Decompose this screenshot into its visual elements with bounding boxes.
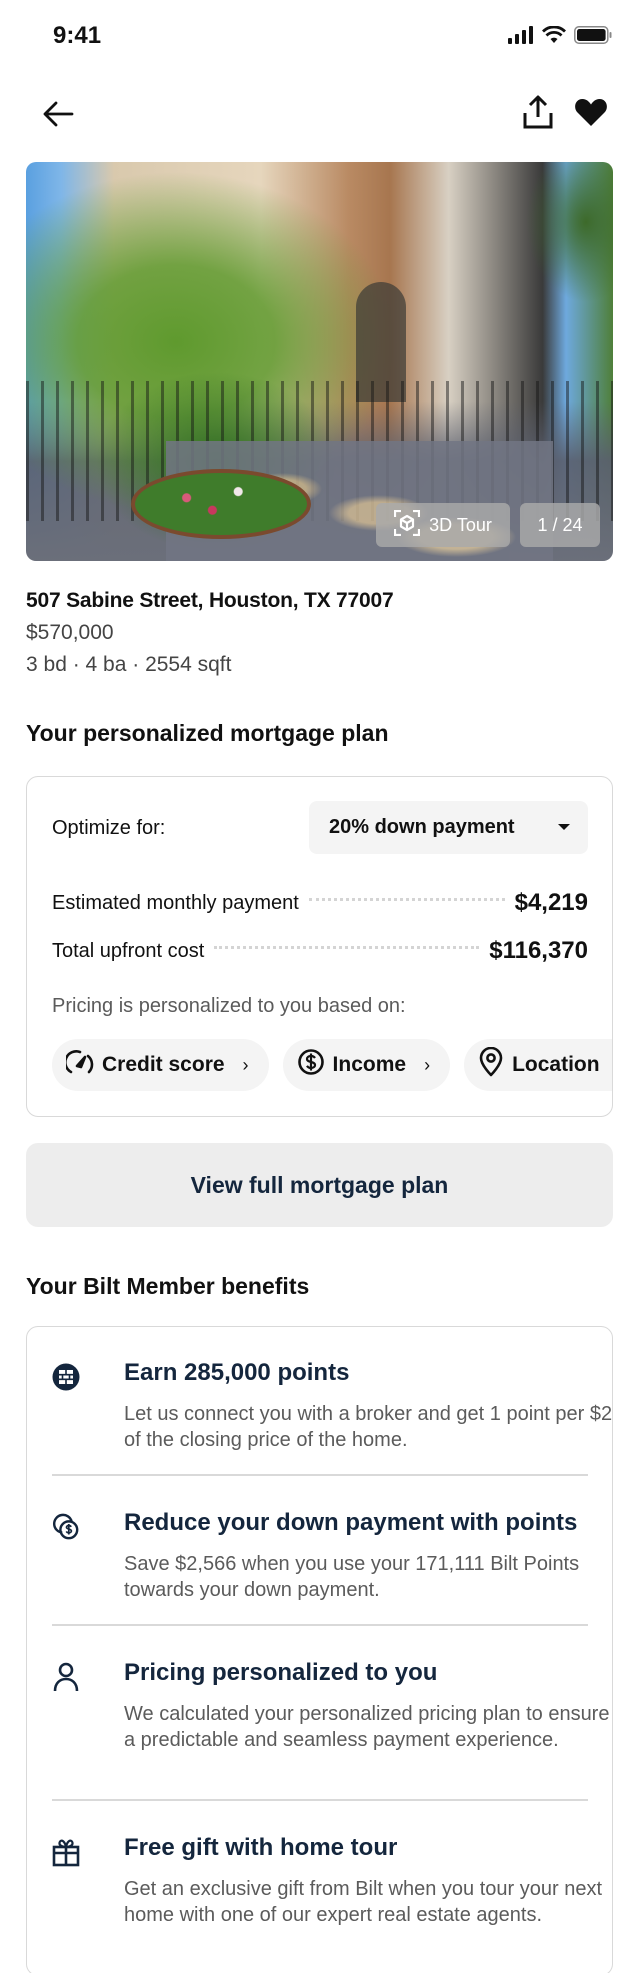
3d-cube-scan-icon [394, 509, 421, 541]
optimize-selected-value: 20% down payment [329, 816, 515, 838]
nav-bar [0, 92, 634, 142]
dotted-leader [214, 945, 480, 949]
heart-filled-icon [574, 97, 608, 132]
chip-label: Credit score [102, 1053, 225, 1076]
optimize-label: Optimize for: [52, 817, 166, 839]
favorite-button[interactable] [570, 94, 612, 134]
photo-counter: 1 / 24 [520, 503, 600, 547]
monthly-payment-value: $4,219 [514, 889, 588, 916]
benefit-description: Let us connect you with a broker and get… [124, 1403, 613, 1451]
bilt-brick-icon [52, 1363, 80, 1391]
listing-photo[interactable] [26, 162, 613, 561]
status-time: 9:41 [53, 22, 102, 49]
benefit-title: Pricing personalized to you [124, 1659, 438, 1686]
chip-label: Income [332, 1053, 407, 1076]
divider [52, 1799, 588, 1801]
gift-icon [52, 1838, 80, 1867]
monthly-payment-label: Estimated monthly payment [52, 891, 299, 914]
dotted-leader [308, 897, 505, 901]
pricing-note: Pricing is personalized to you based on: [52, 995, 406, 1017]
benefits-section-title: Your Bilt Member benefits [26, 1273, 310, 1299]
listing-address: 507 Sabine Street, Houston, TX 77007 [26, 589, 394, 612]
benefits-card: Earn 285,000 points Let us connect you w… [26, 1326, 613, 1973]
status-icons [508, 25, 612, 49]
divider [52, 1474, 588, 1476]
share-upload-icon [523, 95, 553, 134]
view-full-mortgage-plan-button[interactable]: View full mortgage plan [26, 1143, 613, 1227]
wifi-icon [542, 25, 566, 49]
benefit-title: Reduce your down payment with points [124, 1509, 578, 1536]
listing-specs: 3 bd · 4 ba · 2554 sqft [26, 653, 232, 676]
monthly-payment-row: Estimated monthly payment $4,219 [52, 889, 588, 917]
upfront-cost-label: Total upfront cost [52, 939, 205, 962]
dollar-circle-icon [297, 1048, 325, 1082]
person-icon [52, 1662, 80, 1692]
chevron-right-icon: › [242, 1054, 249, 1075]
chip-label: Location [512, 1053, 600, 1076]
upfront-cost-row: Total upfront cost $116,370 [52, 937, 588, 965]
speedometer-icon [64, 1049, 94, 1081]
caret-down-icon [558, 824, 570, 830]
pricing-factor-chips[interactable]: Credit score › Income › Location [52, 1039, 612, 1099]
battery-icon [574, 26, 612, 49]
benefit-description: Get an exclusive gift from Bilt when you… [124, 1878, 602, 1926]
share-button[interactable] [518, 94, 558, 134]
optimize-dropdown[interactable]: 20% down payment [309, 801, 588, 854]
benefit-title: Earn 285,000 points [124, 1359, 350, 1386]
status-bar: 9:41 [0, 0, 634, 72]
mortgage-section-title: Your personalized mortgage plan [26, 720, 389, 746]
mortgage-card: Optimize for: 20% down payment Estimated… [26, 776, 613, 1117]
cellular-signal-icon [508, 26, 534, 49]
chip-credit-score[interactable]: Credit score › [52, 1039, 269, 1091]
3d-tour-button[interactable]: 3D Tour [376, 503, 510, 547]
back-button[interactable] [38, 96, 78, 136]
benefit-description: We calculated your personalized pricing … [124, 1703, 610, 1751]
upfront-cost-value: $116,370 [489, 937, 588, 964]
photo-flowerbed [131, 469, 311, 539]
coins-dollar-icon [52, 1513, 80, 1541]
divider [52, 1624, 588, 1626]
location-pin-icon [478, 1046, 504, 1083]
3d-tour-label: 3D Tour [429, 514, 492, 535]
listing-price: $570,000 [26, 621, 114, 644]
arrow-left-icon [42, 100, 74, 133]
chip-income[interactable]: Income › [282, 1039, 451, 1091]
chip-location[interactable]: Location › [464, 1039, 612, 1091]
benefit-title: Free gift with home tour [124, 1834, 398, 1861]
benefit-description: Save $2,566 when you use your 171,111 Bi… [124, 1553, 580, 1601]
chevron-right-icon: › [424, 1054, 431, 1075]
